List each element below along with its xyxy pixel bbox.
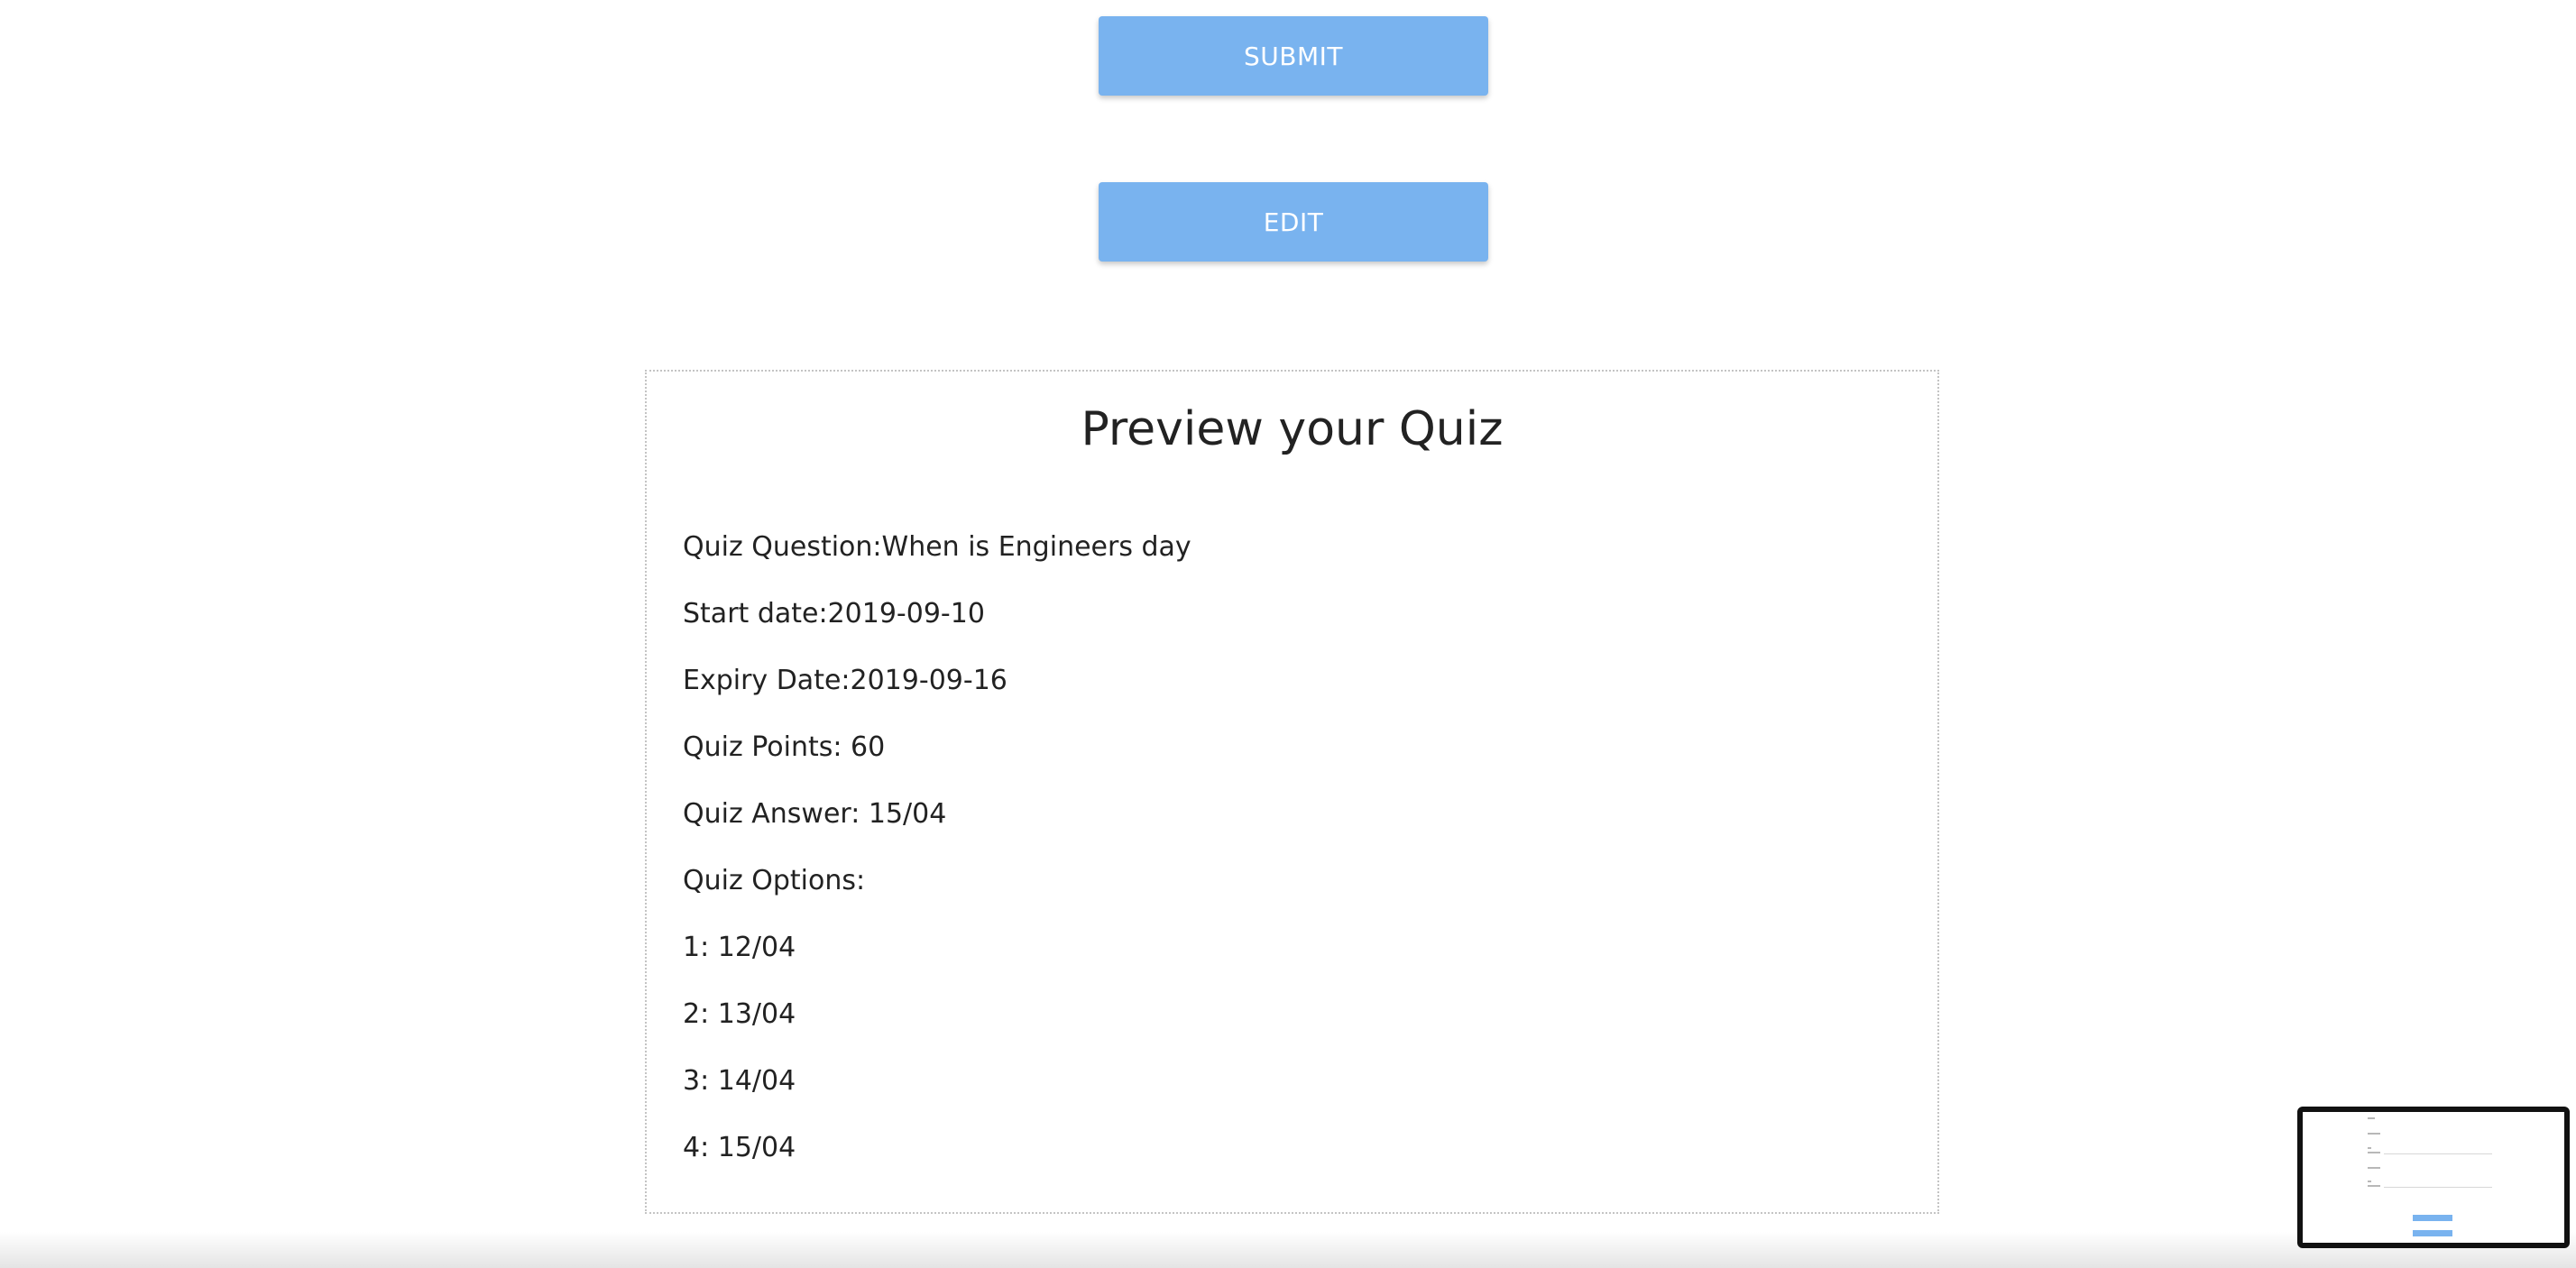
quiz-options-heading: Quiz Options: [683, 865, 866, 896]
quiz-option-item: 1: 12/04 [683, 932, 796, 963]
quiz-answer-text: Quiz Answer: 15/04 [683, 798, 947, 830]
minimap-submit-button [2413, 1215, 2452, 1221]
expiry-date-text: Expiry Date:2019-09-16 [683, 665, 1007, 696]
minimap-text-mark [2368, 1152, 2380, 1153]
page: SUBMIT EDIT Preview your Quiz Quiz Quest… [0, 0, 2576, 1268]
preview-title: Preview your Quiz [1081, 402, 1504, 456]
submit-button[interactable]: SUBMIT [1099, 16, 1488, 96]
quiz-option-item: 4: 15/04 [683, 1132, 796, 1163]
edit-button[interactable]: EDIT [1099, 182, 1488, 262]
bottom-shadow [0, 1232, 2576, 1268]
start-date-text: Start date:2019-09-10 [683, 598, 985, 629]
page-minimap-thumbnail[interactable] [2297, 1107, 2570, 1248]
minimap-text-mark [2368, 1167, 2380, 1169]
minimap-edit-button [2413, 1230, 2452, 1236]
minimap-input-line [2384, 1153, 2492, 1154]
quiz-preview-panel: Preview your Quiz Quiz Question:When is … [645, 370, 1939, 1214]
minimap-content [2303, 1112, 2564, 1243]
quiz-option-item: 3: 14/04 [683, 1065, 796, 1097]
minimap-text-mark [2368, 1117, 2375, 1119]
minimap-text-mark [2368, 1185, 2380, 1187]
quiz-points-text: Quiz Points: 60 [683, 731, 886, 763]
quiz-option-item: 2: 13/04 [683, 998, 796, 1030]
minimap-input-line [2384, 1187, 2492, 1188]
quiz-question-text: Quiz Question:When is Engineers day [683, 531, 1191, 563]
minimap-text-mark [2368, 1147, 2371, 1149]
minimap-text-mark [2368, 1181, 2371, 1182]
minimap-text-mark [2368, 1133, 2380, 1135]
